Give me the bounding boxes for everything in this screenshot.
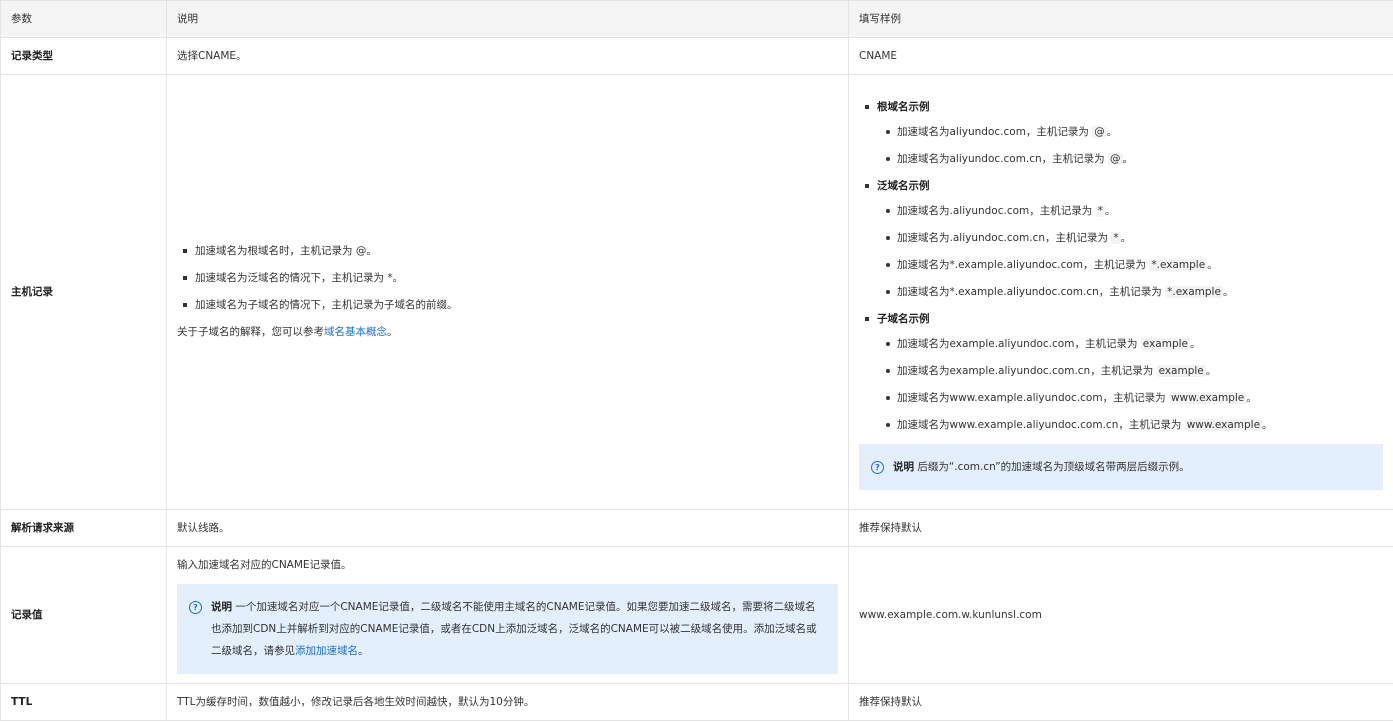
table-row: TTL TTL为缓存时间，数值越小，修改记录后各地生效时间越快，默认为10分钟。… xyxy=(0,683,1393,721)
sample-cell: CNAME xyxy=(848,37,1393,75)
list-item: 加速域名为aliyundoc.com，主机记录为 @。 xyxy=(877,124,1383,141)
list-item: 加速域名为根域名时，主机记录为 @。 xyxy=(177,243,838,260)
note-end: 。 xyxy=(358,644,369,657)
list-item: 加速域名为.aliyundoc.com，主机记录为 *。 xyxy=(877,203,1383,220)
group-items: 加速域名为aliyundoc.com，主机记录为 @。 加速域名为aliyund… xyxy=(877,124,1383,168)
note-label: 说明 xyxy=(211,600,232,613)
table-row: 记录类型 选择CNAME。 CNAME xyxy=(0,37,1393,75)
host-desc-list: 加速域名为根域名时，主机记录为 @。 加速域名为泛域名的情况下，主机记录为 *。… xyxy=(177,243,838,314)
list-item: 加速域名为aliyundoc.com.cn，主机记录为 @。 xyxy=(877,151,1383,168)
domain-concept-link[interactable]: 域名基本概念 xyxy=(324,326,387,338)
header-sample: 填写样例 xyxy=(848,0,1393,38)
description-cell: 输入加速域名对应的CNAME记录值。 ? 说明 一个加速域名对应一个CNAME记… xyxy=(166,546,849,684)
host-sample-note: ? 说明 后缀为“.com.cn”的加速域名为顶级域名带两层后缀示例。 xyxy=(859,443,1383,490)
sample-group: 泛域名示例 加速域名为.aliyundoc.com，主机记录为 *。 加速域名为… xyxy=(859,178,1383,301)
description-cell: 选择CNAME。 xyxy=(166,37,849,75)
note-label: 说明 xyxy=(893,460,914,473)
value-note: ? 说明 一个加速域名对应一个CNAME记录值，二级域名不能使用主域名的CNAM… xyxy=(177,583,838,674)
note-text: 后缀为“.com.cn”的加速域名为顶级域名带两层后缀示例。 xyxy=(914,460,1190,473)
param-cell: 记录值 xyxy=(0,546,167,684)
param-cell: 记录类型 xyxy=(0,37,167,75)
table-row: 主机记录 加速域名为根域名时，主机记录为 @。 加速域名为泛域名的情况下，主机记… xyxy=(0,74,1393,510)
value-desc: 输入加速域名对应的CNAME记录值。 xyxy=(177,558,352,571)
header-param: 参数 xyxy=(0,0,167,38)
list-item: 加速域名为example.aliyundoc.com.cn，主机记录为 exam… xyxy=(877,363,1383,380)
description-cell: TTL为缓存时间，数值越小，修改记录后各地生效时间越快，默认为10分钟。 xyxy=(166,683,849,721)
sample-cell: www.example.com.w.kunlunsl.com xyxy=(848,546,1393,684)
add-domain-link[interactable]: 添加加速域名 xyxy=(295,645,358,657)
question-circle-icon: ? xyxy=(189,600,202,614)
list-item: 加速域名为*.example.aliyundoc.com.cn，主机记录为 *.… xyxy=(877,284,1383,301)
table-header-row: 参数 说明 填写样例 xyxy=(0,0,1393,38)
host-sample-groups: 根域名示例 加速域名为aliyundoc.com，主机记录为 @。 加速域名为a… xyxy=(859,99,1383,434)
subdomain-reference: 关于子域名的解释，您可以参考域名基本概念。 xyxy=(177,324,838,341)
sample-group: 子域名示例 加速域名为example.aliyundoc.com，主机记录为 e… xyxy=(859,311,1383,434)
sample-cell: 根域名示例 加速域名为aliyundoc.com，主机记录为 @。 加速域名为a… xyxy=(848,74,1393,510)
list-item: 加速域名为.aliyundoc.com.cn，主机记录为 *。 xyxy=(877,230,1383,247)
group-title: 泛域名示例 xyxy=(877,179,930,192)
dns-record-param-table: 参数 说明 填写样例 记录类型 选择CNAME。 CNAME 主机记录 加速域名… xyxy=(0,0,1393,721)
param-cell: 解析请求来源 xyxy=(0,509,167,547)
table-row: 记录值 输入加速域名对应的CNAME记录值。 ? 说明 一个加速域名对应一个CN… xyxy=(0,546,1393,684)
question-circle-icon: ? xyxy=(871,460,884,474)
sample-cell: 推荐保持默认 xyxy=(848,509,1393,547)
table-row: 解析请求来源 默认线路。 推荐保持默认 xyxy=(0,509,1393,547)
header-description: 说明 xyxy=(166,0,849,38)
sample-cell: 推荐保持默认 xyxy=(848,683,1393,721)
list-item: 加速域名为*.example.aliyundoc.com，主机记录为 *.exa… xyxy=(877,257,1383,274)
group-title: 子域名示例 xyxy=(877,312,930,325)
list-item: 加速域名为泛域名的情况下，主机记录为 *。 xyxy=(177,270,838,287)
description-cell: 加速域名为根域名时，主机记录为 @。 加速域名为泛域名的情况下，主机记录为 *。… xyxy=(166,74,849,510)
list-item: 加速域名为www.example.aliyundoc.com.cn，主机记录为 … xyxy=(877,417,1383,434)
reference-end: 。 xyxy=(387,326,398,338)
group-title: 根域名示例 xyxy=(877,100,930,113)
group-items: 加速域名为example.aliyundoc.com，主机记录为 example… xyxy=(877,336,1383,434)
sample-group: 根域名示例 加速域名为aliyundoc.com，主机记录为 @。 加速域名为a… xyxy=(859,99,1383,168)
group-items: 加速域名为.aliyundoc.com，主机记录为 *。 加速域名为.aliyu… xyxy=(877,203,1383,301)
param-cell: 主机记录 xyxy=(0,74,167,510)
list-item: 加速域名为www.example.aliyundoc.com，主机记录为 www… xyxy=(877,390,1383,407)
reference-text: 关于子域名的解释，您可以参考 xyxy=(177,326,324,338)
list-item: 加速域名为子域名的情况下，主机记录为子域名的前缀。 xyxy=(177,297,838,314)
list-item: 加速域名为example.aliyundoc.com，主机记录为 example… xyxy=(877,336,1383,353)
description-cell: 默认线路。 xyxy=(166,509,849,547)
param-cell: TTL xyxy=(0,683,167,721)
